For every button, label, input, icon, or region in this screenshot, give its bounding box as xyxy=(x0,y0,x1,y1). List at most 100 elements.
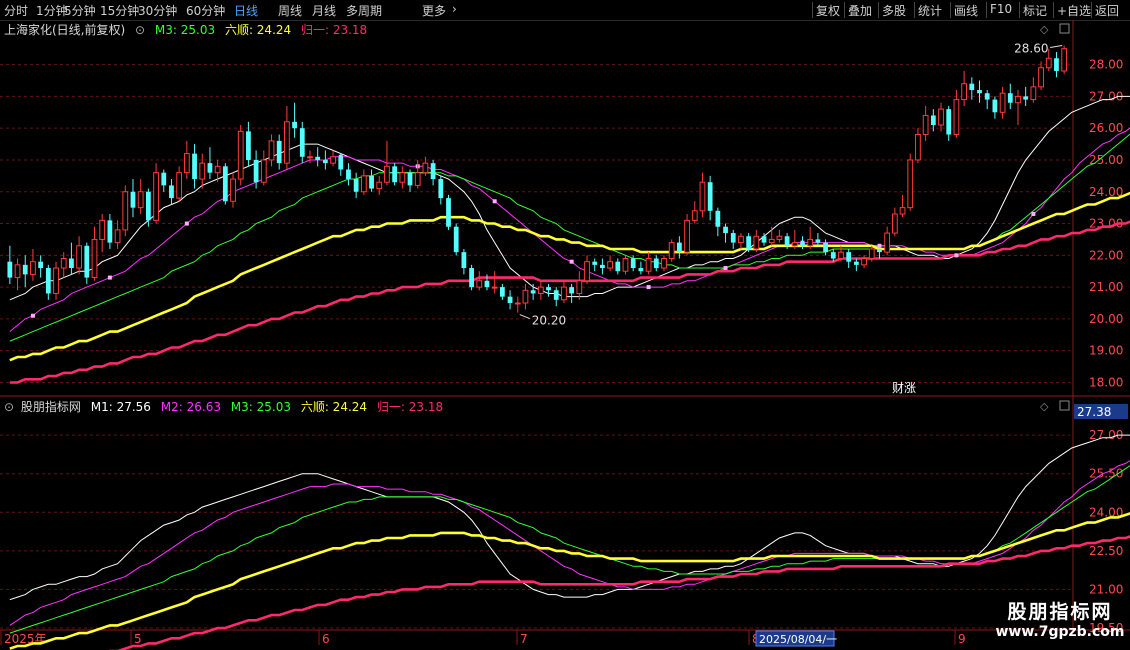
sub-tick-label: 22.50 xyxy=(1089,544,1123,558)
candle-down xyxy=(1054,58,1059,71)
candle-up xyxy=(476,280,483,288)
sub-line-M3 xyxy=(9,465,1130,634)
candle-up xyxy=(260,159,267,183)
candle-down xyxy=(800,242,805,246)
candle-down xyxy=(977,90,982,94)
candle-down xyxy=(369,175,374,189)
price-tick-label: 19.00 xyxy=(1089,344,1123,358)
candle-up xyxy=(922,114,929,136)
watermark-url: www.7gpzb.com xyxy=(995,624,1125,640)
sub-line-六顺 xyxy=(9,512,1130,650)
candle-up xyxy=(907,159,914,209)
candle-up xyxy=(1015,95,1021,104)
candle-down xyxy=(830,252,836,259)
candle-down xyxy=(407,172,413,186)
candle-up xyxy=(360,175,367,193)
candle-down xyxy=(315,156,321,160)
m2-marker xyxy=(184,221,189,226)
candle-up xyxy=(576,280,583,294)
candle-up xyxy=(514,302,521,305)
candle-up xyxy=(307,156,313,159)
candle-up xyxy=(961,83,967,101)
candle-up xyxy=(491,286,498,289)
candle-down xyxy=(761,236,767,243)
candle-down xyxy=(322,159,328,164)
candle-up xyxy=(791,242,798,247)
candle-down xyxy=(499,287,505,297)
time-tick-label: 6 xyxy=(322,632,330,646)
candle-up xyxy=(753,235,760,250)
watermark: 股朋指标网 www.7gpzb.com xyxy=(994,597,1126,640)
candle-down xyxy=(222,166,228,202)
candle-down xyxy=(600,264,605,269)
candle-up xyxy=(661,258,667,269)
candle-down xyxy=(1023,96,1029,100)
candle-up xyxy=(838,251,844,259)
candle-down xyxy=(161,172,167,186)
candle-down xyxy=(507,296,513,303)
candle-down xyxy=(338,156,344,170)
candle-up xyxy=(76,245,82,269)
candle-up xyxy=(868,248,875,259)
candle-up xyxy=(399,172,406,183)
candle-down xyxy=(653,258,659,269)
candle-up xyxy=(607,261,613,269)
candle-down xyxy=(169,185,174,199)
candle-up xyxy=(684,219,690,253)
sub-value-label: 27.38 xyxy=(1077,405,1111,419)
candle-up xyxy=(114,229,121,244)
m2-marker xyxy=(30,313,35,318)
candle-up xyxy=(99,219,106,240)
kline-chart[interactable]: 28.0027.0026.0025.0024.0023.0022.0021.00… xyxy=(0,0,1130,650)
m2-marker xyxy=(107,275,112,280)
price-tick-label: 28.00 xyxy=(1089,58,1123,72)
candle-up xyxy=(176,172,183,199)
candle-down xyxy=(877,248,882,253)
candle-up xyxy=(137,191,144,209)
sub-line-M1 xyxy=(9,434,1130,601)
candle-down xyxy=(353,179,359,192)
candle-down xyxy=(484,280,490,288)
m2-marker xyxy=(646,285,651,290)
price-tick-label: 25.00 xyxy=(1089,153,1123,167)
candle-up xyxy=(422,162,429,174)
candle-down xyxy=(461,252,467,269)
price-tick-label: 26.00 xyxy=(1089,121,1123,135)
candle-down xyxy=(553,290,559,300)
candle-up xyxy=(199,162,206,180)
candle-up xyxy=(645,258,652,272)
candle-down xyxy=(615,261,621,272)
low-pointer xyxy=(519,314,530,319)
candle-up xyxy=(899,207,906,215)
candle-up xyxy=(622,258,629,272)
price-tick-label: 18.00 xyxy=(1089,375,1123,389)
candle-up xyxy=(237,130,244,180)
candle-up xyxy=(91,238,98,279)
sub-line-M2 xyxy=(9,459,1130,626)
candle-up xyxy=(230,178,236,202)
candle-down xyxy=(107,220,113,243)
m2-marker xyxy=(954,253,959,258)
price-tick-label: 20.00 xyxy=(1089,312,1123,326)
candle-down xyxy=(446,198,451,227)
candle-down xyxy=(299,128,305,157)
cursor-date-label: 2025/08/04/一 xyxy=(759,633,837,646)
candle-down xyxy=(130,191,136,208)
candle-down xyxy=(823,242,828,253)
candle-down xyxy=(430,163,436,180)
candle-down xyxy=(638,268,644,272)
candle-down xyxy=(84,245,90,278)
candle-down xyxy=(815,239,821,243)
candle-up xyxy=(384,165,390,183)
candle-down xyxy=(969,83,975,91)
price-tick-label: 21.00 xyxy=(1089,280,1123,294)
candle-up xyxy=(999,92,1006,113)
candle-up xyxy=(861,258,867,266)
time-tick-label: 5 xyxy=(134,632,142,646)
low-price-label: 20.20 xyxy=(532,314,566,328)
candle-down xyxy=(69,258,74,269)
candle-up xyxy=(522,289,529,304)
candle-up xyxy=(1045,57,1052,69)
candle-down xyxy=(192,153,197,180)
sub-diamond-icon: ◇ xyxy=(1040,400,1049,413)
